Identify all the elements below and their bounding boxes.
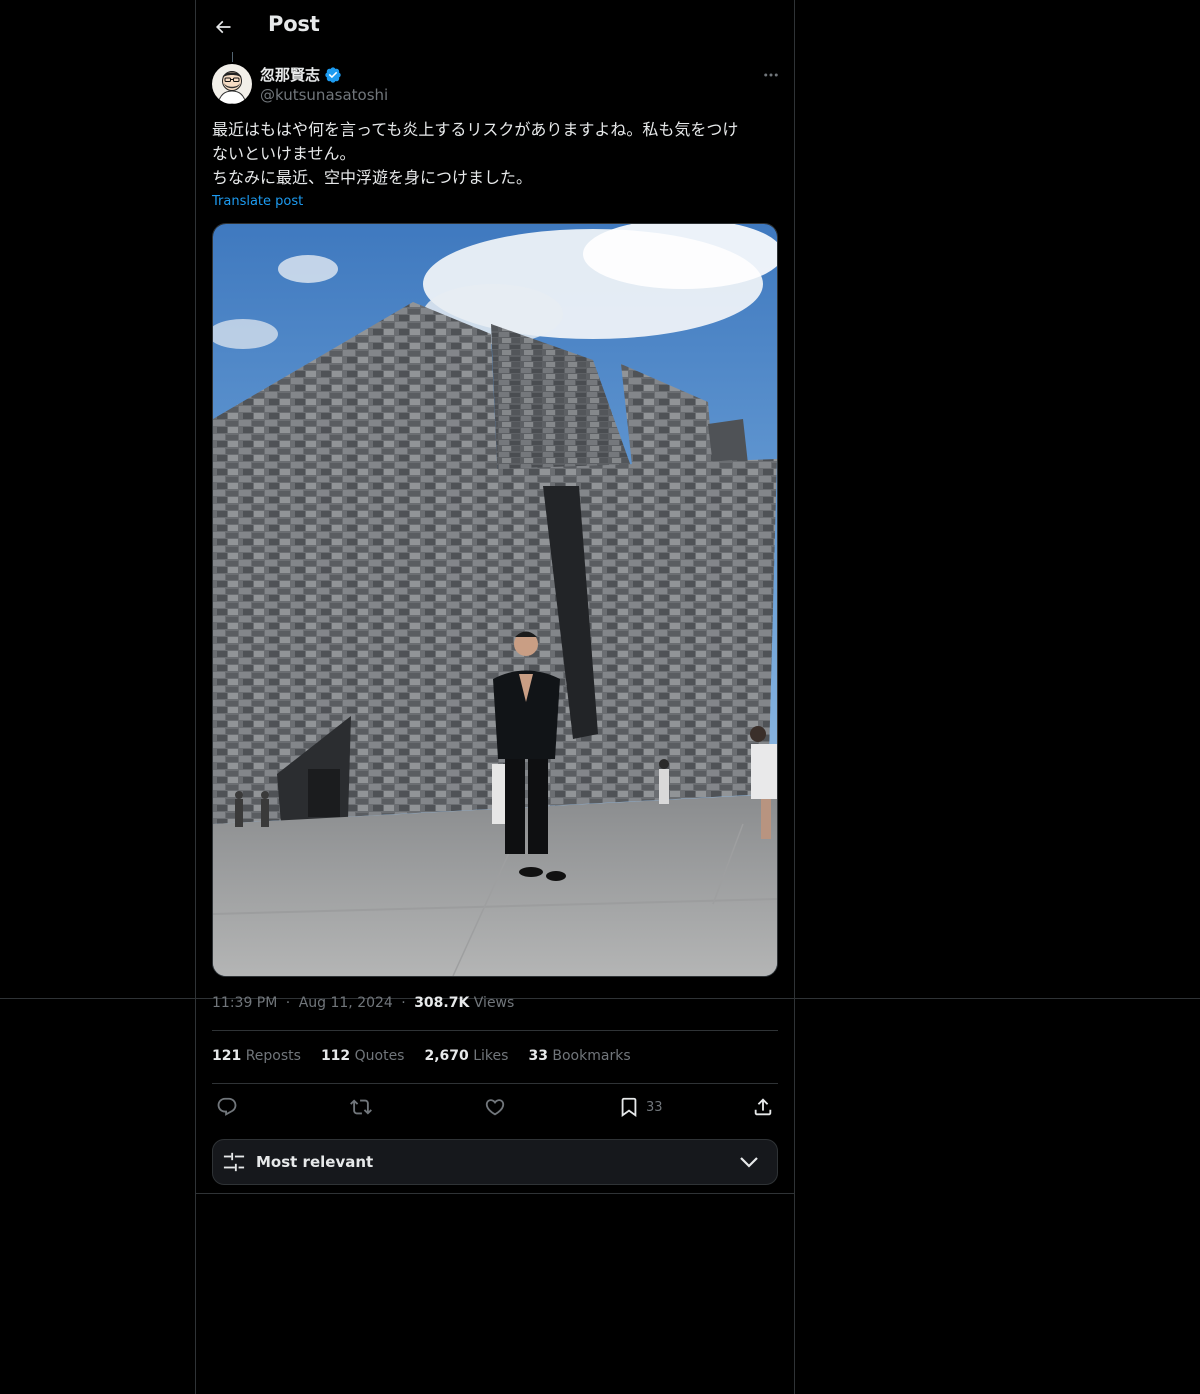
bookmarks-label: Bookmarks bbox=[552, 1048, 631, 1064]
repost-icon bbox=[350, 1096, 372, 1118]
likes-label: Likes bbox=[473, 1048, 509, 1064]
quotes-label: Quotes bbox=[354, 1048, 405, 1064]
author-handle[interactable]: @kutsunasatoshi bbox=[260, 86, 388, 104]
arrow-left-icon bbox=[213, 17, 233, 37]
back-button[interactable] bbox=[208, 10, 238, 44]
reply-sort-dropdown[interactable]: Most relevant bbox=[212, 1139, 778, 1185]
post-text-line: ちなみに最近、空中浮遊を身につけました。 bbox=[212, 168, 533, 187]
divider bbox=[212, 1030, 778, 1031]
verified-badge-icon bbox=[324, 66, 342, 84]
views-label: Views bbox=[473, 995, 515, 1011]
bookmark-button[interactable]: 33 bbox=[618, 1094, 663, 1120]
engagement-stats: 121 Reposts 112 Quotes 2,670 Likes 33 Bo… bbox=[212, 1048, 631, 1064]
post-photo[interactable] bbox=[212, 223, 778, 977]
post-text: 最近はもはや何を言っても炎上するリスクがありますよね。私も気をつけ ないといけま… bbox=[212, 118, 780, 190]
chevron-down-icon bbox=[739, 1153, 759, 1171]
share-icon bbox=[752, 1096, 774, 1118]
share-button[interactable] bbox=[752, 1094, 774, 1120]
reposts-label: Reposts bbox=[245, 1048, 301, 1064]
meta-separator: · bbox=[401, 995, 406, 1011]
action-bar: 33 bbox=[212, 1094, 778, 1122]
post-text-line: ないといけません。 bbox=[212, 144, 356, 163]
sort-label: Most relevant bbox=[256, 1153, 374, 1171]
quotes-count: 112 bbox=[320, 1048, 351, 1064]
post-meta: 11:39 PM · Aug 11, 2024 · 308.7K Views bbox=[212, 995, 514, 1011]
reposts-stat[interactable]: 121 Reposts bbox=[212, 1048, 301, 1064]
page-header: Post bbox=[196, 0, 794, 54]
avatar[interactable] bbox=[212, 64, 252, 104]
views-count: 308.7K bbox=[414, 995, 470, 1011]
likes-count: 2,670 bbox=[424, 1048, 469, 1064]
sliders-icon bbox=[223, 1151, 245, 1173]
like-button[interactable] bbox=[484, 1094, 506, 1120]
post-time[interactable]: 11:39 PM bbox=[212, 995, 277, 1011]
heart-icon bbox=[484, 1096, 506, 1118]
bookmark-icon bbox=[618, 1096, 640, 1118]
post-text-line: 最近はもはや何を言っても炎上するリスクがありますよね。私も気をつけ bbox=[212, 120, 739, 139]
reposts-count: 121 bbox=[212, 1048, 242, 1064]
likes-stat[interactable]: 2,670 Likes bbox=[424, 1048, 508, 1064]
page-title: Post bbox=[268, 12, 320, 36]
reply-icon bbox=[216, 1096, 238, 1118]
repost-button[interactable] bbox=[350, 1094, 372, 1120]
bookmark-count: 33 bbox=[646, 1099, 663, 1115]
divider bbox=[196, 1193, 794, 1194]
translate-post-link[interactable]: Translate post bbox=[212, 194, 303, 209]
bookmarks-stat[interactable]: 33 Bookmarks bbox=[528, 1048, 630, 1064]
divider bbox=[212, 1083, 778, 1084]
author-display-name[interactable]: 忽那賢志 bbox=[260, 64, 320, 85]
more-options-button[interactable] bbox=[758, 62, 784, 88]
thread-connector bbox=[232, 52, 233, 62]
main-column: Post 忽那賢志 @kutsunasatoshi 最近はもはや何を言っても炎上… bbox=[195, 0, 795, 1394]
author-name-row: 忽那賢志 bbox=[260, 64, 342, 85]
quotes-stat[interactable]: 112 Quotes bbox=[321, 1048, 405, 1064]
reply-button[interactable] bbox=[216, 1094, 238, 1120]
more-horizontal-icon bbox=[762, 66, 780, 84]
bookmarks-count: 33 bbox=[528, 1048, 548, 1064]
post-date[interactable]: Aug 11, 2024 bbox=[299, 995, 393, 1011]
meta-separator: · bbox=[285, 995, 291, 1011]
